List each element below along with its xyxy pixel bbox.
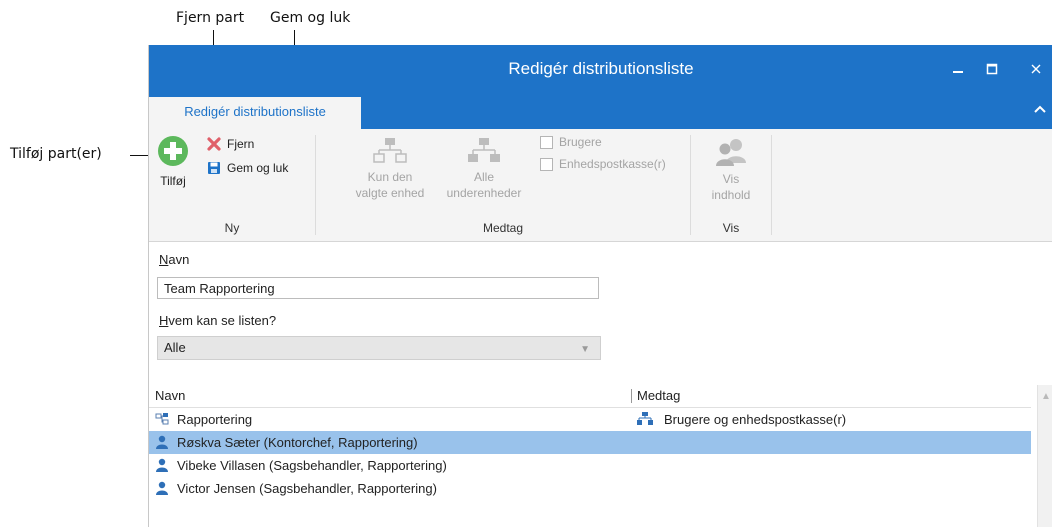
group-label-include: Medtag <box>482 221 524 235</box>
org-unit-icon <box>155 413 169 425</box>
remove-button[interactable]: Fjern <box>207 137 254 151</box>
group-label-view: Vis <box>722 221 740 235</box>
users-group-icon <box>716 139 746 166</box>
grid-row[interactable]: Victor Jensen (Sagsbehandler, Rapporteri… <box>149 477 1031 500</box>
show-content-line1: Vis <box>722 172 740 186</box>
grid-row[interactable]: Rapportering Brugere og enhedspostkasse(… <box>149 408 1031 431</box>
column-header-name[interactable]: Navn <box>155 388 185 403</box>
ribbon-group-new: Tilføj Fjern Gem og luk Ny <box>149 129 315 241</box>
column-separator[interactable] <box>631 389 632 403</box>
name-input[interactable]: Team Rapportering <box>157 277 599 299</box>
chevron-down-icon: ▼ <box>580 344 590 355</box>
ribbon-group-view: Vis indhold Vis <box>691 129 771 241</box>
grid-row-selected[interactable]: Røskva Sæter (Kontorchef, Rapportering) <box>149 431 1031 454</box>
collapse-ribbon-icon[interactable] <box>1033 101 1047 119</box>
unit-mailbox-checkbox-label: Enhedspostkasse(r) <box>559 157 666 171</box>
ribbon: Tilføj Fjern Gem og luk Ny Kun den valgt… <box>149 129 1052 242</box>
visibility-select[interactable]: Alle ▼ <box>157 336 601 360</box>
minimize-icon[interactable] <box>943 55 973 85</box>
all-subunits-line2: underenheder <box>446 186 522 200</box>
grid-row[interactable]: Vibeke Villasen (Sagsbehandler, Rapporte… <box>149 454 1031 477</box>
user-icon <box>156 458 168 472</box>
visibility-field-label: Hvem kan se listen? <box>159 313 277 328</box>
row-name: Røskva Sæter (Kontorchef, Rapportering) <box>177 435 418 450</box>
row-name: Rapportering <box>177 412 253 427</box>
column-header-include[interactable]: Medtag <box>637 388 680 403</box>
remove-icon <box>207 137 221 151</box>
selected-unit-line1: Kun den <box>367 170 413 184</box>
add-button[interactable]: Tilføj <box>155 135 191 189</box>
org-structure-icon <box>373 138 407 163</box>
user-icon <box>156 481 168 495</box>
unit-mailbox-checkbox[interactable]: Enhedspostkasse(r) <box>540 157 666 171</box>
group-separator <box>771 135 772 235</box>
all-subunits-button[interactable]: Alle underenheder <box>434 137 534 201</box>
org-structure-icon <box>637 412 653 425</box>
save-icon <box>208 162 220 174</box>
add-icon <box>158 136 188 166</box>
users-checkbox-label: Brugere <box>559 135 602 149</box>
row-name: Victor Jensen (Sagsbehandler, Rapporteri… <box>177 481 437 496</box>
name-field-label: Navn <box>159 252 190 267</box>
visibility-select-value: Alle <box>164 340 186 355</box>
users-checkbox-box <box>540 135 553 149</box>
all-subunits-line1: Alle <box>473 170 494 184</box>
user-icon <box>156 435 168 449</box>
callout-add-parties: Tilføj part(er) <box>10 146 102 162</box>
window-title: Redigér distributionsliste <box>508 59 694 78</box>
row-include: Brugere og enhedspostkasse(r) <box>664 412 847 427</box>
tab-edit-distribution-list[interactable]: Redigér distributionsliste <box>149 97 361 129</box>
users-checkbox[interactable]: Brugere <box>540 135 602 149</box>
title-bar: Redigér distributionsliste <box>149 45 1052 97</box>
remove-label: Fjern <box>227 137 255 151</box>
row-name: Vibeke Villasen (Sagsbehandler, Rapporte… <box>177 458 447 473</box>
ribbon-tab-row: Redigér distributionsliste <box>149 97 1052 129</box>
grid-header: Navn Medtag <box>149 385 1031 408</box>
save-close-label: Gem og luk <box>227 161 289 175</box>
show-content-line2: indhold <box>711 188 751 202</box>
close-icon[interactable] <box>1021 55 1051 85</box>
ribbon-group-include: Kun den valgte enhed Alle underenheder B… <box>316 129 690 241</box>
selected-unit-only-button[interactable]: Kun den valgte enhed <box>344 137 436 201</box>
grid-scrollbar[interactable]: ▲ <box>1037 385 1052 527</box>
show-content-button[interactable]: Vis indhold <box>699 137 763 203</box>
add-label: Tilføj <box>160 174 186 188</box>
callout-remove-party: Fjern part <box>176 10 245 26</box>
unit-mailbox-checkbox-box <box>540 157 553 171</box>
maximize-icon[interactable] <box>977 55 1007 85</box>
save-close-button[interactable]: Gem og luk <box>207 161 288 175</box>
selected-unit-line2: valgte enhed <box>355 186 425 200</box>
edit-distribution-list-window: Redigér distributionsliste Redigér distr… <box>148 45 1052 527</box>
scroll-up-icon[interactable]: ▲ <box>1041 391 1051 402</box>
group-label-new: Ny <box>224 221 240 235</box>
org-structure-filled-icon <box>468 138 500 162</box>
callout-save-close: Gem og luk <box>270 10 351 26</box>
